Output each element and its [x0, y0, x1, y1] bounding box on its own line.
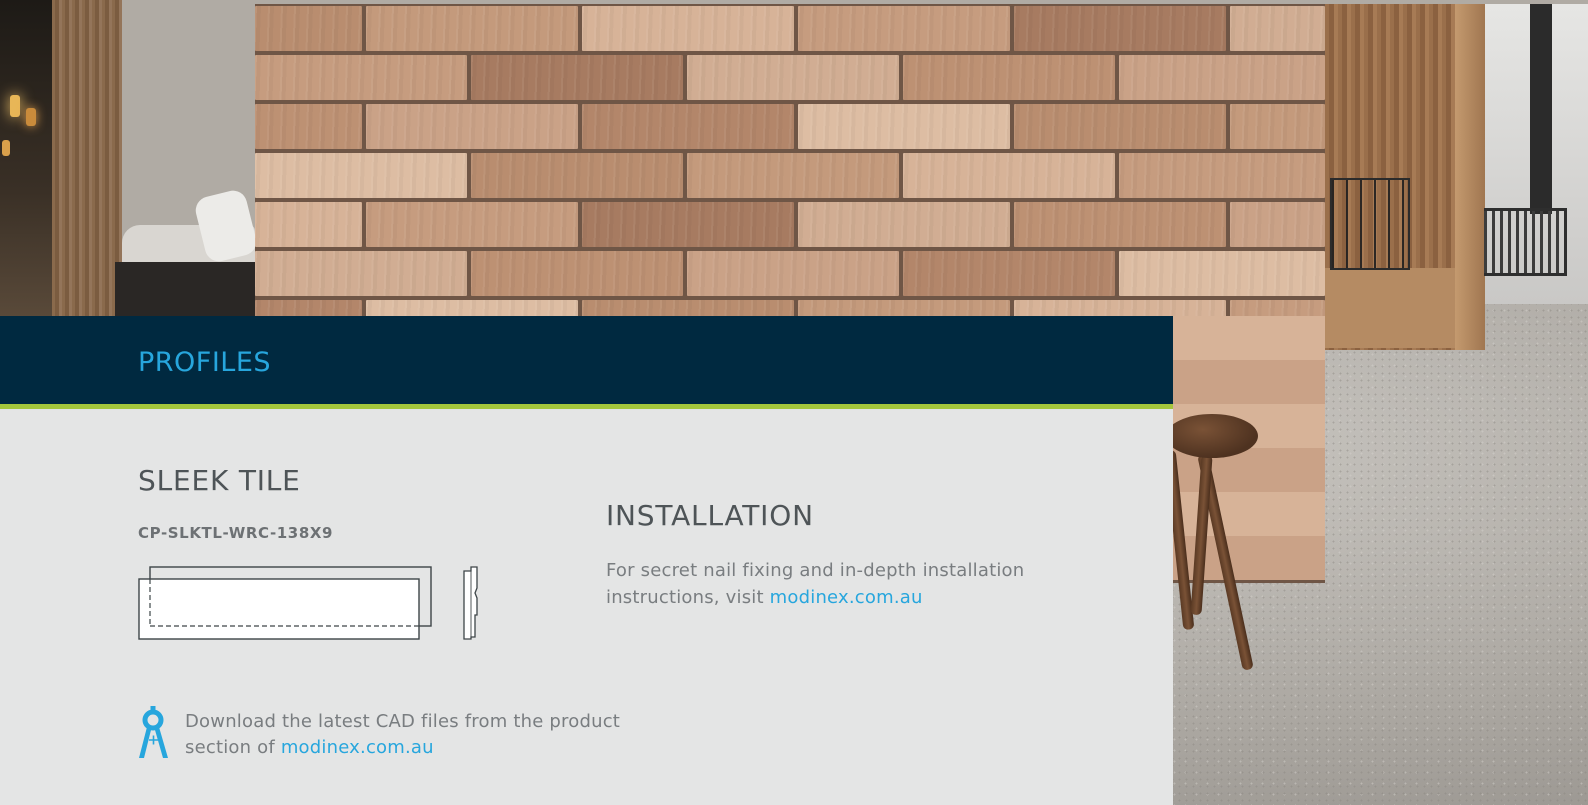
wall-tile [255, 202, 362, 247]
wire-basket [1330, 178, 1410, 270]
wall-tile [366, 104, 578, 149]
wall-tile [366, 202, 578, 247]
profiles-header: PROFILES [0, 316, 1173, 409]
installation-title: INSTALLATION [606, 499, 814, 532]
sofa-base [115, 262, 255, 317]
wall-tile [903, 55, 1115, 100]
product-code: CP-SLKTL-WRC-138X9 [138, 524, 334, 542]
wall-tile [255, 104, 362, 149]
wall-tile [1119, 251, 1325, 296]
steel-beam [1530, 4, 1552, 214]
wall-tile [582, 202, 794, 247]
timber-column [1455, 4, 1485, 350]
wall-tile [471, 153, 683, 198]
trolley [1484, 208, 1567, 276]
pendant-light [10, 95, 20, 117]
product-name: SLEEK TILE [138, 464, 301, 497]
wall-tile [687, 153, 899, 198]
wall-tile [1014, 6, 1226, 51]
tile-face-drawing [138, 566, 432, 640]
pendant-light [2, 140, 10, 156]
wall-tile [1014, 104, 1226, 149]
wall-tile [255, 55, 467, 100]
wall-tile [1119, 153, 1325, 198]
wall-tile [798, 202, 1010, 247]
compass-icon [139, 706, 168, 758]
wall-tile [687, 251, 899, 296]
tile-profile-drawing [463, 566, 478, 640]
timber-pillar [52, 0, 122, 320]
installation-text: For secret nail fixing and in-depth inst… [606, 557, 1076, 611]
wall-tile [1230, 202, 1325, 247]
wall-tile [798, 6, 1010, 51]
wall-tile [582, 6, 794, 51]
wall-tile [1173, 316, 1325, 363]
wall-tile [471, 251, 683, 296]
wall-tile [903, 251, 1115, 296]
wall-tile [582, 104, 794, 149]
profiles-card: PROFILES SLEEK TILE CP-SLKTL-WRC-138X9 I… [0, 316, 1173, 805]
room-background [0, 0, 60, 320]
wall-tile [1119, 55, 1325, 100]
wall-tile [255, 251, 467, 296]
timber-bench [1325, 268, 1455, 348]
wall-tile [255, 153, 467, 198]
stool-seat [1166, 414, 1258, 458]
wall-tile [903, 153, 1115, 198]
wall-tile [255, 6, 362, 51]
wall-tile [1230, 6, 1325, 51]
wall-tile [366, 6, 578, 51]
wall-tile [798, 104, 1010, 149]
wall-tile [687, 55, 899, 100]
wall-tile [471, 55, 683, 100]
timber-tile-wall [255, 4, 1325, 345]
section-title: PROFILES [138, 347, 272, 378]
wall-tile [1173, 360, 1325, 407]
cad-download-text: Download the latest CAD files from the p… [185, 709, 655, 761]
cad-link[interactable]: modinex.com.au [281, 737, 434, 758]
wall-tile [1014, 202, 1226, 247]
installation-link[interactable]: modinex.com.au [770, 587, 923, 608]
pendant-light [26, 108, 36, 126]
wall-tile [1230, 104, 1325, 149]
